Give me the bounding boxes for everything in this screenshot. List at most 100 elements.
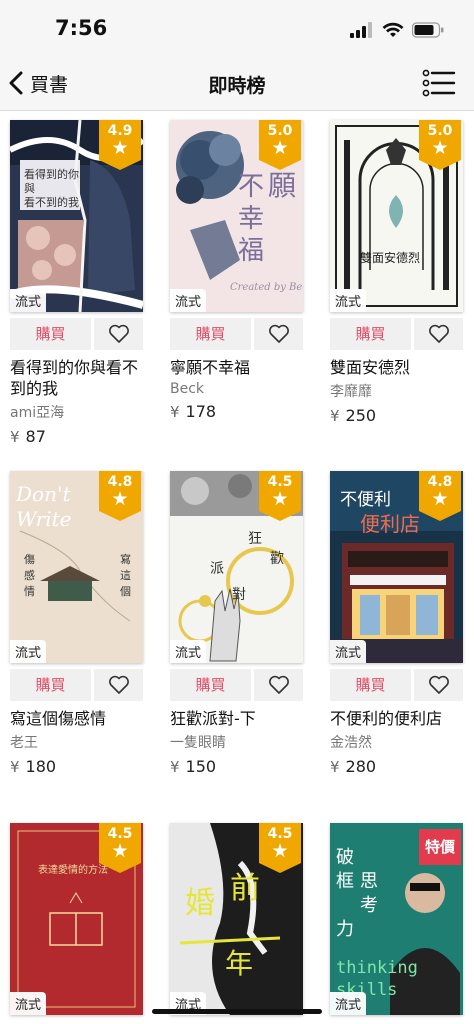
stream-tag: 流式 <box>10 992 47 1015</box>
book-cover[interactable]: 看得到的你 與 看不到的我 4.9 ★ 流式 <box>10 120 143 312</box>
book-card: 不便利 便利店 4.8 ★ 流式 購買 不便利的便利店 金浩然 ¥ 280 <box>330 471 463 776</box>
currency-symbol: ¥ <box>170 758 180 776</box>
book-title[interactable]: 寧願不幸福 <box>170 357 303 378</box>
rating-badge: 4.9 ★ <box>99 120 141 170</box>
svg-text:便利店: 便利店 <box>360 512 420 536</box>
heart-icon <box>268 324 289 343</box>
svg-text:傷: 傷 <box>24 552 35 566</box>
book-actions: 購買 <box>10 318 143 350</box>
svg-text:情: 情 <box>24 585 35 598</box>
book-author: ami亞海 <box>10 405 65 421</box>
svg-text:看得到的你: 看得到的你 <box>24 167 79 181</box>
buy-button[interactable]: 購買 <box>330 669 411 701</box>
book-card: Don't Write 傷 感 情 寫 這 個 4.8 ★ 流式 購買 寫這個傷… <box>10 471 143 776</box>
svg-text:破: 破 <box>336 847 354 868</box>
book-title[interactable]: 雙面安德烈 <box>330 357 463 378</box>
svg-text:Don't: Don't <box>15 482 71 506</box>
list-menu-icon <box>422 69 456 97</box>
stream-tag: 流式 <box>10 640 47 663</box>
rating-badge: 5.0 ★ <box>419 120 461 170</box>
svg-text:幸: 幸 <box>238 204 264 234</box>
book-cover[interactable]: 破 框 思 考 力 thinking skills 特價 流式 <box>330 823 463 1015</box>
home-indicator <box>152 1009 322 1014</box>
heart-icon <box>428 675 449 694</box>
list-menu-button[interactable] <box>422 68 456 98</box>
book-actions: 購買 <box>330 669 463 701</box>
star-icon: ★ <box>111 840 129 862</box>
heart-icon <box>108 324 129 343</box>
svg-text:框: 框 <box>336 871 354 892</box>
favorite-button[interactable] <box>414 669 463 701</box>
book-grid: 看得到的你 與 看不到的我 4.9 ★ 流式 購買 看得到的你與看不到的我 am… <box>0 111 474 1024</box>
svg-text:考: 考 <box>360 895 378 916</box>
svg-text:力: 力 <box>336 919 354 940</box>
rating-badge: 4.5 ★ <box>99 823 141 873</box>
book-price: ¥150 <box>170 757 303 776</box>
favorite-button[interactable] <box>94 318 143 350</box>
book-title[interactable]: 寫這個傷感情 <box>10 708 143 729</box>
currency-symbol: ¥ <box>170 403 180 421</box>
svg-text:寫: 寫 <box>120 552 131 566</box>
buy-button[interactable]: 購買 <box>330 318 411 350</box>
svg-text:派: 派 <box>210 561 224 577</box>
book-title[interactable]: 狂歡派對-下 <box>170 708 303 729</box>
cellular-signal-icon <box>350 22 372 38</box>
price-value: 180 <box>25 757 57 776</box>
favorite-button[interactable] <box>94 669 143 701</box>
book-author: Beck <box>170 381 205 397</box>
currency-symbol: ¥ <box>330 758 340 776</box>
svg-text:婚: 婚 <box>185 886 215 921</box>
book-author: 一隻眼睛 <box>170 735 226 751</box>
stream-tag: 流式 <box>330 992 367 1015</box>
buy-button[interactable]: 購買 <box>10 669 91 701</box>
rating-badge: 5.0 ★ <box>259 120 301 170</box>
currency-symbol: ¥ <box>330 407 340 425</box>
rating-badge: 4.8 ★ <box>99 471 141 521</box>
buy-button[interactable]: 購買 <box>10 318 91 350</box>
book-cover[interactable]: 狂 歡 派 對 4.5 ★ 流式 <box>170 471 303 663</box>
favorite-button[interactable] <box>254 318 303 350</box>
svg-text:Write: Write <box>16 507 72 531</box>
book-cover[interactable]: Don't Write 傷 感 情 寫 這 個 4.8 ★ 流式 <box>10 471 143 663</box>
battery-icon <box>412 22 444 38</box>
favorite-button[interactable] <box>254 669 303 701</box>
svg-text:不: 不 <box>238 172 264 202</box>
buy-button[interactable]: 購買 <box>170 669 251 701</box>
favorite-button[interactable] <box>414 318 463 350</box>
book-price: ¥178 <box>170 402 303 421</box>
book-cover[interactable]: 雙面安德烈 5.0 ★ 流式 <box>330 120 463 312</box>
book-title[interactable]: 看得到的你與看不到的我 <box>10 357 143 399</box>
status-icons <box>350 22 444 38</box>
book-actions: 購買 <box>170 318 303 350</box>
svg-text:願: 願 <box>268 169 296 202</box>
star-icon: ★ <box>271 137 289 159</box>
price-value: 250 <box>345 406 377 425</box>
stream-tag: 流式 <box>170 640 207 663</box>
svg-text:感: 感 <box>24 569 35 582</box>
book-cover[interactable]: 婚 前 年 4.5 ★ 流式 <box>170 823 303 1015</box>
svg-text:看不到的我: 看不到的我 <box>24 195 79 209</box>
book-card: 狂 歡 派 對 4.5 ★ 流式 購買 狂歡派對-下 一隻眼睛 ¥150 <box>170 471 303 776</box>
status-time: 7:56 <box>55 16 108 40</box>
book-cover[interactable]: 寧 願 不 幸 福 Created by Beck 5.0 ★ 流式 <box>170 120 303 312</box>
star-icon: ★ <box>271 840 289 862</box>
svg-text:Created by Beck: Created by Beck <box>230 282 303 293</box>
heart-icon <box>428 324 449 343</box>
star-icon: ★ <box>111 488 129 510</box>
svg-text:年: 年 <box>225 947 253 980</box>
svg-text:thinking: thinking <box>336 958 418 978</box>
book-card: 破 框 思 考 力 thinking skills 特價 流式 <box>330 823 463 1015</box>
book-price: ¥280 <box>330 757 463 776</box>
book-actions: 購買 <box>10 669 143 701</box>
page-title: 即時榜 <box>208 75 266 97</box>
book-title[interactable]: 不便利的便利店 <box>330 708 463 729</box>
book-price: ¥250 <box>330 406 463 425</box>
special-price-badge: 特價 <box>419 829 461 865</box>
book-cover[interactable]: 不便利 便利店 4.8 ★ 流式 <box>330 471 463 663</box>
stream-tag: 流式 <box>170 289 207 312</box>
heart-icon <box>108 675 129 694</box>
book-cover[interactable]: 表達愛情的方法 4.5 ★ 流式 <box>10 823 143 1015</box>
book-card: 表達愛情的方法 4.5 ★ 流式 <box>10 823 143 1015</box>
book-card: 雙面安德烈 5.0 ★ 流式 購買 雙面安德烈 李靡靡 ¥250 <box>330 120 463 425</box>
buy-button[interactable]: 購買 <box>170 318 251 350</box>
